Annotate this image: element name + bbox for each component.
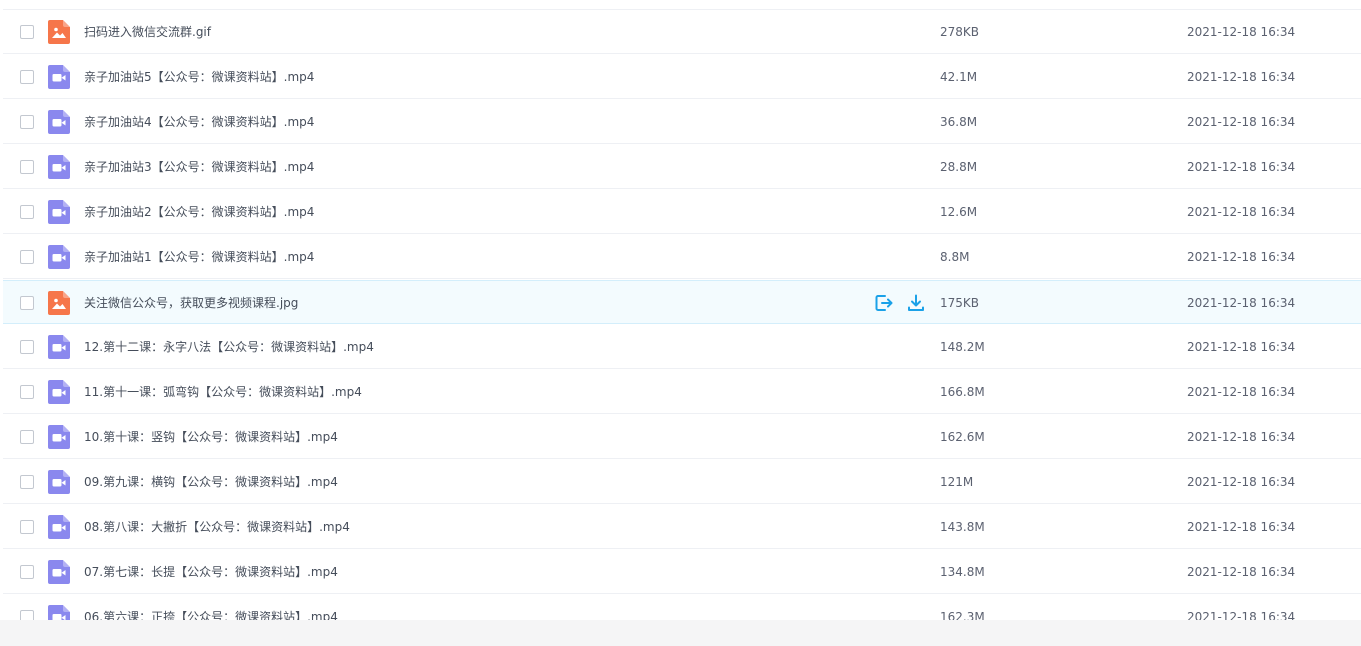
image-file-icon — [48, 20, 70, 44]
file-name[interactable]: 10.第十课：竖钩【公众号：微课资料站】.mp4 — [84, 429, 338, 445]
row-checkbox[interactable] — [20, 205, 34, 219]
row-checkbox[interactable] — [20, 340, 34, 354]
file-name[interactable]: 扫码进入微信交流群.gif — [84, 24, 211, 40]
file-row[interactable]: 亲子加油站2【公众号：微课资料站】.mp4 12.6M 2021-12-18 16:… — [3, 190, 1361, 234]
video-file-icon — [48, 515, 70, 539]
file-size: 12.6M — [940, 205, 978, 219]
file-size: 166.8M — [940, 385, 985, 399]
image-file-icon — [48, 291, 70, 315]
row-checkbox[interactable] — [20, 520, 34, 534]
row-checkbox[interactable] — [20, 115, 34, 129]
file-date: 2021-12-18 16:34 — [1187, 430, 1296, 444]
file-date: 2021-12-18 16:34 — [1187, 385, 1296, 399]
file-date: 2021-12-18 16:34 — [1187, 340, 1296, 354]
file-size: 175KB — [940, 296, 980, 310]
row-checkbox[interactable] — [20, 250, 34, 264]
file-name[interactable]: 亲子加油站5【公众号：微课资料站】.mp4 — [84, 69, 314, 85]
video-file-icon — [48, 200, 70, 224]
file-row[interactable]: 11.第十一课：弧弯钩【公众号：微课资料站】.mp4 166.8M 2021-12-… — [3, 370, 1361, 414]
file-row[interactable]: 06.第六课：正捺【公众号：微课资料站】.mp4 162.3M 2021-12-18… — [3, 595, 1361, 620]
row-checkbox[interactable] — [20, 565, 34, 579]
file-size: 162.6M — [940, 430, 985, 444]
file-date: 2021-12-18 16:34 — [1187, 160, 1296, 174]
file-size: 162.3M — [940, 610, 985, 620]
file-name[interactable]: 06.第六课：正捺【公众号：微课资料站】.mp4 — [84, 609, 338, 620]
file-row[interactable]: 12.第十二课：永字八法【公众号：微课资料站】.mp4 148.2M 2021-12… — [3, 325, 1361, 369]
file-size: 121M — [940, 475, 974, 489]
file-date: 2021-12-18 16:34 — [1187, 475, 1296, 489]
file-date: 2021-12-18 16:34 — [1187, 250, 1296, 264]
file-row[interactable]: 07.第七课：长提【公众号：微课资料站】.mp4 134.8M 2021-12-18… — [3, 550, 1361, 594]
file-size: 143.8M — [940, 520, 985, 534]
file-name[interactable]: 关注微信公众号，获取更多视频课程.jpg — [84, 295, 298, 311]
file-row[interactable]: 亲子加油站4【公众号：微课资料站】.mp4 36.8M 2021-12-18 16:… — [3, 100, 1361, 144]
file-size: 28.8M — [940, 160, 978, 174]
video-file-icon — [48, 335, 70, 359]
file-row[interactable]: 09.第九课：横钩【公众号：微课资料站】.mp4 121M 2021-12-18 1… — [3, 460, 1361, 504]
file-size: 36.8M — [940, 115, 978, 129]
download-icon[interactable] — [906, 293, 926, 313]
file-date: 2021-12-18 16:34 — [1187, 565, 1296, 579]
row-checkbox[interactable] — [20, 70, 34, 84]
row-checkbox[interactable] — [20, 610, 34, 620]
video-file-icon — [48, 470, 70, 494]
file-size: 42.1M — [940, 70, 978, 84]
video-file-icon — [48, 605, 70, 620]
file-row[interactable]: 关注微信公众号，获取更多视频课程.jpg 175KB 2021-12-18 16:3… — [3, 280, 1361, 324]
row-checkbox[interactable] — [20, 25, 34, 39]
video-file-icon — [48, 110, 70, 134]
file-row[interactable]: 10.第十课：竖钩【公众号：微课资料站】.mp4 162.6M 2021-12-18… — [3, 415, 1361, 459]
video-file-icon — [48, 560, 70, 584]
share-icon[interactable] — [874, 293, 894, 313]
file-row[interactable]: 扫码进入微信交流群.gif 278KB 2021-12-18 16:34 — [3, 10, 1361, 54]
file-row[interactable]: 08.第八课：大撇折【公众号：微课资料站】.mp4 143.8M 2021-12-1… — [3, 505, 1361, 549]
file-name[interactable]: 亲子加油站3【公众号：微课资料站】.mp4 — [84, 159, 314, 175]
file-date: 2021-12-18 16:34 — [1187, 205, 1296, 219]
file-name[interactable]: 11.第十一课：弧弯钩【公众号：微课资料站】.mp4 — [84, 384, 362, 400]
video-file-icon — [48, 425, 70, 449]
file-list: 扫码进入微信交流群.gif 278KB 2021-12-18 16:34 亲子加油站5… — [0, 0, 1361, 620]
video-file-icon — [48, 65, 70, 89]
file-date: 2021-12-18 16:34 — [1187, 520, 1296, 534]
file-name[interactable]: 07.第七课：长提【公众号：微课资料站】.mp4 — [84, 564, 338, 580]
file-date: 2021-12-18 16:34 — [1187, 296, 1296, 310]
video-file-icon — [48, 380, 70, 404]
file-name[interactable]: 09.第九课：横钩【公众号：微课资料站】.mp4 — [84, 474, 338, 490]
file-size: 148.2M — [940, 340, 985, 354]
video-file-icon — [48, 245, 70, 269]
file-name[interactable]: 亲子加油站1【公众号：微课资料站】.mp4 — [84, 249, 314, 265]
file-row[interactable]: 亲子加油站5【公众号：微课资料站】.mp4 42.1M 2021-12-18 16:… — [3, 55, 1361, 99]
file-size: 134.8M — [940, 565, 985, 579]
video-file-icon — [48, 155, 70, 179]
file-name[interactable]: 12.第十二课：永字八法【公众号：微课资料站】.mp4 — [84, 339, 374, 355]
file-date: 2021-12-18 16:34 — [1187, 70, 1296, 84]
row-checkbox[interactable] — [20, 160, 34, 174]
file-name[interactable]: 亲子加油站4【公众号：微课资料站】.mp4 — [84, 114, 314, 130]
file-date: 2021-12-18 16:34 — [1187, 115, 1296, 129]
file-name[interactable]: 亲子加油站2【公众号：微课资料站】.mp4 — [84, 204, 314, 220]
file-size: 278KB — [940, 25, 980, 39]
file-size: 8.8M — [940, 250, 970, 264]
row-checkbox[interactable] — [20, 385, 34, 399]
file-date: 2021-12-18 16:34 — [1187, 610, 1296, 620]
row-checkbox[interactable] — [20, 430, 34, 444]
file-row[interactable]: 亲子加油站3【公众号：微课资料站】.mp4 28.8M 2021-12-18 16:… — [3, 145, 1361, 189]
file-date: 2021-12-18 16:34 — [1187, 25, 1296, 39]
file-name[interactable]: 08.第八课：大撇折【公众号：微课资料站】.mp4 — [84, 519, 350, 535]
row-checkbox[interactable] — [20, 296, 34, 310]
row-checkbox[interactable] — [20, 475, 34, 489]
file-row[interactable]: 亲子加油站1【公众号：微课资料站】.mp4 8.8M 2021-12-18 16:3… — [3, 235, 1361, 279]
